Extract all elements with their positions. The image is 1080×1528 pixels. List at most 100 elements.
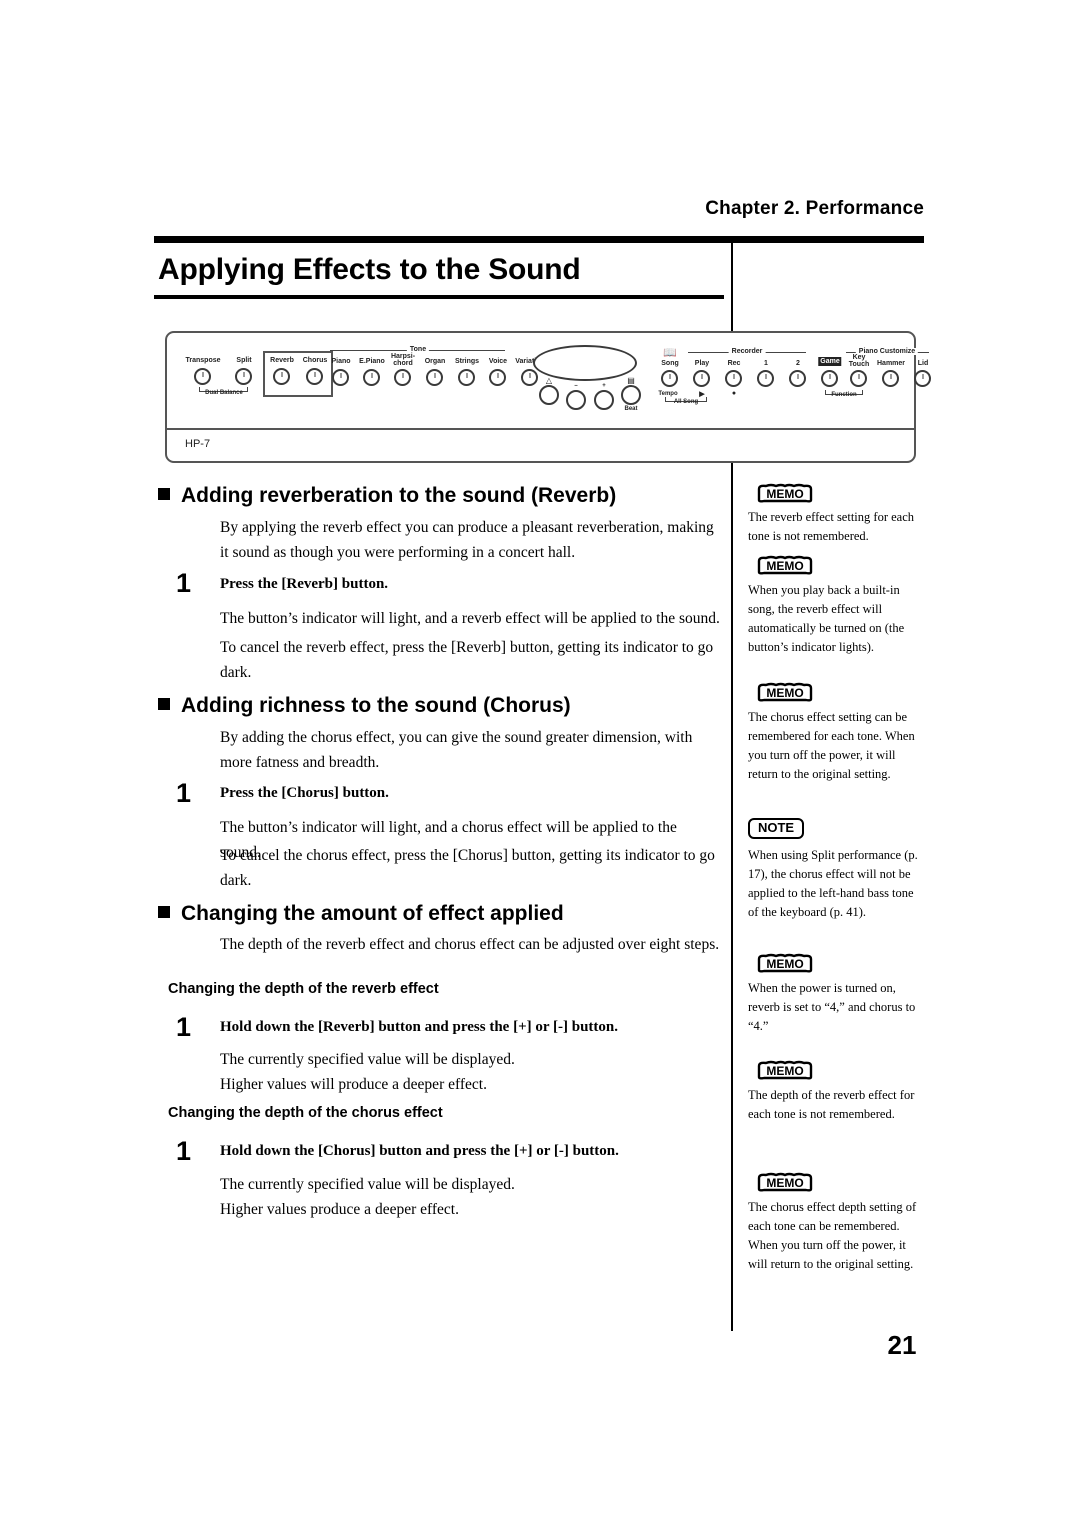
panel-label-epiano: E.Piano	[359, 358, 385, 365]
panel-label-song: Song	[661, 360, 679, 367]
panel-knob-plus[interactable]	[594, 390, 614, 410]
sidebar-note-text: When you play back a built-in song, the …	[748, 583, 905, 654]
panel-label-chorus: Chorus	[302, 357, 328, 364]
memo-icon: MEMO	[756, 555, 814, 576]
reverb-step-title: Press the [Reverb] button.	[220, 576, 389, 592]
panel-knob-metronome[interactable]	[539, 385, 559, 405]
document-page: Chapter 2. Performance Applying Effects …	[0, 0, 1080, 1528]
page-title: Applying Effects to the Sound	[158, 253, 581, 286]
metronome-icon: △	[545, 376, 553, 385]
panel-label-voice: Voice	[488, 358, 508, 365]
title-underline	[154, 295, 724, 299]
panel-label-reverb: Reverb	[270, 357, 294, 364]
rec-symbol-icon: ●	[731, 390, 737, 397]
subheading-chorus-depth: Changing the depth of the chorus effect	[168, 1105, 443, 1121]
chorus-depth-body-2: Higher values produce a deeper effect.	[220, 1201, 459, 1218]
chorus-intro-text: By adding the chorus effect, you can giv…	[220, 729, 693, 771]
header-top-rule	[154, 236, 924, 243]
panel-model-label: HP-7	[185, 438, 211, 450]
panel-knob-piano[interactable]	[332, 369, 349, 386]
panel-label-organ: Organ	[424, 358, 446, 365]
chorus-step-title: Press the [Chorus] button.	[220, 785, 389, 801]
sidebar-note-text: The reverb effect setting for each tone …	[748, 510, 914, 543]
panel-label-lid: Lid	[917, 360, 929, 367]
amount-intro-text: The depth of the reverb effect and choru…	[220, 936, 720, 953]
panel-label-dual-balance: Dual Balance	[205, 390, 243, 396]
panel-label-minus: –	[574, 383, 578, 389]
chapter-heading: Chapter 2. Performance	[705, 198, 924, 219]
panel-label-harpsichord-line2: chord	[393, 360, 413, 367]
svg-text:MEMO: MEMO	[766, 686, 803, 700]
panel-knob-song[interactable]	[661, 370, 678, 387]
svg-text:MEMO: MEMO	[766, 487, 803, 501]
section-heading-reverb: Adding reverberation to the sound (Rever…	[158, 484, 616, 508]
reverb-body-2: To cancel the reverb effect, press the […	[220, 639, 714, 681]
bullet-square-icon	[158, 906, 170, 918]
page-number: 21	[887, 1330, 917, 1360]
subheading-reverb-depth: Changing the depth of the reverb effect	[168, 981, 439, 997]
reverb-step-number: 1	[176, 568, 192, 598]
panel-knob-transpose[interactable]	[194, 368, 211, 385]
panel-knob-split[interactable]	[235, 368, 252, 385]
panel-label-hammer: Hammer	[876, 360, 906, 367]
panel-knob-beat[interactable]	[621, 385, 641, 405]
svg-text:MEMO: MEMO	[766, 1064, 803, 1078]
panel-label-track-2: 2	[796, 360, 800, 367]
panel-knob-keytouch[interactable]	[850, 370, 867, 387]
bullet-square-icon	[158, 698, 170, 710]
sidebar-note-text: When using Split performance (p. 17), th…	[748, 848, 918, 919]
panel-knob-harpsichord[interactable]	[394, 369, 411, 386]
panel-label-rec: Rec	[727, 360, 741, 367]
chorus-step-number: 1	[176, 778, 192, 808]
panel-knob-minus[interactable]	[566, 390, 586, 410]
panel-label-track-1: 1	[764, 360, 768, 367]
reverb-depth-body-2: Higher values will produce a deeper effe…	[220, 1076, 487, 1093]
panel-knob-track-2[interactable]	[789, 370, 806, 387]
bullet-square-icon	[158, 488, 170, 500]
panel-group-label-tone: Tone	[406, 346, 430, 353]
panel-knob-hammer[interactable]	[882, 370, 899, 387]
svg-text:MEMO: MEMO	[766, 559, 803, 573]
panel-knob-play[interactable]	[693, 370, 710, 387]
book-icon: 📖	[663, 347, 677, 359]
panel-knob-epiano[interactable]	[363, 369, 380, 386]
panel-label-all-song: All Song	[673, 399, 699, 405]
panel-label-transpose: Transpose	[185, 357, 221, 364]
panel-lower-band: HP-7	[167, 428, 914, 463]
sidebar-note-text: The depth of the reverb effect for each …	[748, 1088, 915, 1121]
svg-text:MEMO: MEMO	[766, 957, 803, 971]
panel-knob-strings[interactable]	[458, 369, 475, 386]
reverb-intro-text: By applying the reverb effect you can pr…	[220, 519, 714, 561]
panel-knob-rec[interactable]	[725, 370, 742, 387]
panel-knob-voice[interactable]	[489, 369, 506, 386]
reverb-depth-body-1: The currently specified value will be di…	[220, 1051, 515, 1068]
panel-knob-game[interactable]	[821, 370, 838, 387]
panel-knob-variation[interactable]	[521, 369, 538, 386]
panel-knob-chorus[interactable]	[306, 368, 323, 385]
panel-knob-reverb[interactable]	[273, 368, 290, 385]
sidebar-note-text: The chorus effect depth setting of each …	[748, 1200, 917, 1271]
panel-label-function: Function	[831, 392, 857, 398]
control-panel-diagram: Transpose Split Dual Balance Reverb Chor…	[165, 331, 931, 463]
panel-label-split: Split	[236, 357, 252, 364]
memo-icon: MEMO	[756, 1060, 814, 1081]
panel-label-plus: +	[602, 383, 606, 389]
note-icon: NOTE	[748, 818, 804, 839]
panel-knob-lid[interactable]	[914, 370, 931, 387]
svg-text:MEMO: MEMO	[766, 1176, 803, 1190]
memo-icon: MEMO	[756, 483, 814, 504]
panel-label-keytouch-line2: Touch	[848, 361, 870, 368]
memo-icon: MEMO	[756, 682, 814, 703]
panel-label-play: Play	[694, 360, 710, 367]
panel-knob-track-1[interactable]	[757, 370, 774, 387]
panel-knob-organ[interactable]	[426, 369, 443, 386]
panel-label-strings: Strings	[454, 358, 480, 365]
sidebar-note-text: When the power is turned on, reverb is s…	[748, 981, 916, 1033]
chorus-depth-step-number: 1	[176, 1136, 192, 1166]
panel-group-label-recorder: Recorder	[728, 348, 766, 355]
sidebar-note-text: The chorus effect setting can be remembe…	[748, 710, 915, 781]
section-heading-amount: Changing the amount of effect applied	[158, 902, 564, 926]
panel-label-game: Game	[818, 357, 842, 366]
reverb-depth-step-title: Hold down the [Reverb] button and press …	[220, 1019, 619, 1035]
memo-icon: MEMO	[756, 1172, 814, 1193]
